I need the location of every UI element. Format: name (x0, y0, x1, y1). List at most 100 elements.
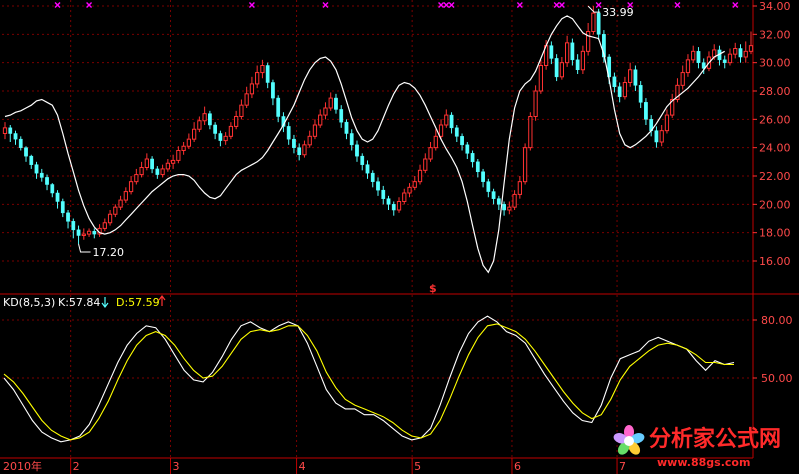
candle-body-57 (302, 144, 307, 156)
candle-body-28 (150, 158, 154, 170)
candle-body-111 (586, 31, 591, 52)
candle-body-142 (748, 45, 754, 52)
candle-body-104 (549, 45, 554, 59)
candle-body-7 (39, 172, 44, 178)
candle-body-48 (255, 72, 260, 85)
candle-body-73 (386, 198, 391, 205)
candle-body-13 (71, 221, 76, 231)
candle-body-0 (2, 127, 8, 135)
candle-body-30 (160, 168, 165, 176)
candle-body-50 (265, 65, 270, 83)
candle-body-40 (213, 124, 218, 134)
time-label-3: 4 (299, 460, 306, 473)
time-label-6: 7 (619, 460, 626, 473)
candle-body-105 (554, 58, 559, 78)
candle-body-1 (8, 127, 13, 134)
price-tick-label-3: 22.00 (759, 170, 791, 183)
candle-body-101 (533, 90, 538, 117)
price-tick-label-8: 32.00 (759, 28, 791, 41)
candle-body-35 (186, 138, 192, 147)
candle-body-71 (376, 181, 380, 191)
candle-body-81 (428, 147, 433, 160)
candle-body-74 (391, 204, 396, 211)
candle-body-42 (223, 135, 228, 142)
candle-body-67 (355, 144, 359, 157)
price-tick-label-2: 20.00 (759, 198, 791, 211)
candle-body-87 (460, 136, 464, 146)
candle-body-64 (339, 109, 344, 123)
candle-body-36 (191, 128, 197, 140)
watermark-url: www.88gs.com (657, 456, 750, 469)
candle-body-61 (323, 107, 328, 116)
kd-k-value: K:57.84 (58, 296, 100, 309)
candle-body-38 (202, 113, 207, 122)
stock-chart: 16.00 18.00 20.00 22.00 24.00 26.00 28.00 30.00… (0, 0, 799, 474)
candle-body-82 (433, 135, 438, 149)
candle-body-56 (297, 147, 302, 156)
candle-body-70 (370, 172, 375, 182)
candle-body-19 (102, 222, 107, 229)
kd-legend: KD(8,5,3) K:57.84 D:57.59 (3, 295, 166, 309)
candle-body-124 (654, 130, 659, 143)
candle-body-37 (197, 120, 202, 130)
kd-tick-label-0: 50.00 (761, 372, 793, 385)
candle-body-80 (423, 158, 428, 171)
candle-body-6 (34, 164, 39, 174)
time-label-0: 2010年 (3, 459, 42, 473)
price-tick-label-1: 18.00 (759, 227, 791, 240)
candle-body-17 (92, 231, 97, 235)
candle-body-22 (118, 199, 123, 208)
candle-body-113 (596, 12, 601, 35)
candle-body-110 (580, 50, 586, 71)
time-label-4: 5 (414, 460, 421, 473)
candle-body-137 (722, 59, 727, 63)
candle-body-29 (155, 168, 160, 175)
candle-body-20 (107, 213, 113, 224)
candle-body-107 (564, 42, 570, 64)
candle-body-49 (260, 65, 265, 74)
candle-body-10 (55, 192, 60, 202)
candle-body-63 (334, 97, 338, 110)
chart-background (0, 0, 799, 474)
flower-center (624, 436, 634, 446)
candle-body-92 (486, 181, 491, 192)
time-label-2: 3 (172, 460, 179, 473)
price-tick-label-6: 28.00 (759, 85, 791, 98)
candle-body-21 (113, 206, 118, 215)
candle-body-109 (575, 59, 580, 70)
candle-body-4 (24, 147, 28, 157)
candle-body-97 (512, 193, 517, 208)
candle-body-72 (381, 189, 386, 199)
candle-body-119 (628, 69, 633, 83)
candle-body-51 (271, 82, 275, 99)
candle-body-96 (507, 206, 512, 211)
candle-body-116 (612, 76, 617, 88)
candle-body-59 (312, 124, 318, 137)
candle-body-26 (139, 167, 144, 176)
candle-body-121 (638, 85, 643, 103)
candle-body-41 (218, 133, 223, 141)
candle-body-122 (644, 102, 648, 120)
candle-body-120 (633, 69, 638, 86)
candle-body-84 (444, 114, 449, 126)
candle-body-58 (307, 135, 312, 146)
candle-body-46 (244, 93, 249, 106)
candle-body-90 (475, 161, 480, 172)
candle-body-16 (86, 230, 92, 235)
candle-body-98 (517, 181, 522, 195)
price-tick-label-7: 30.00 (759, 57, 791, 70)
candle-body-141 (743, 50, 748, 58)
candle-body-94 (496, 198, 501, 205)
candle-body-102 (538, 65, 543, 92)
candle-body-117 (617, 86, 622, 97)
candle-body-45 (239, 104, 244, 117)
price-tick-label-5: 26.00 (759, 113, 791, 126)
candle-body-34 (181, 145, 186, 151)
price-tick-label-4: 24.00 (759, 142, 791, 155)
kd-indicator-name: KD(8,5,3) (3, 296, 55, 309)
candle-body-66 (349, 133, 354, 146)
time-label-5: 6 (514, 460, 521, 473)
candle-body-131 (691, 50, 696, 61)
candle-body-140 (738, 48, 743, 58)
candle-body-62 (328, 97, 333, 109)
